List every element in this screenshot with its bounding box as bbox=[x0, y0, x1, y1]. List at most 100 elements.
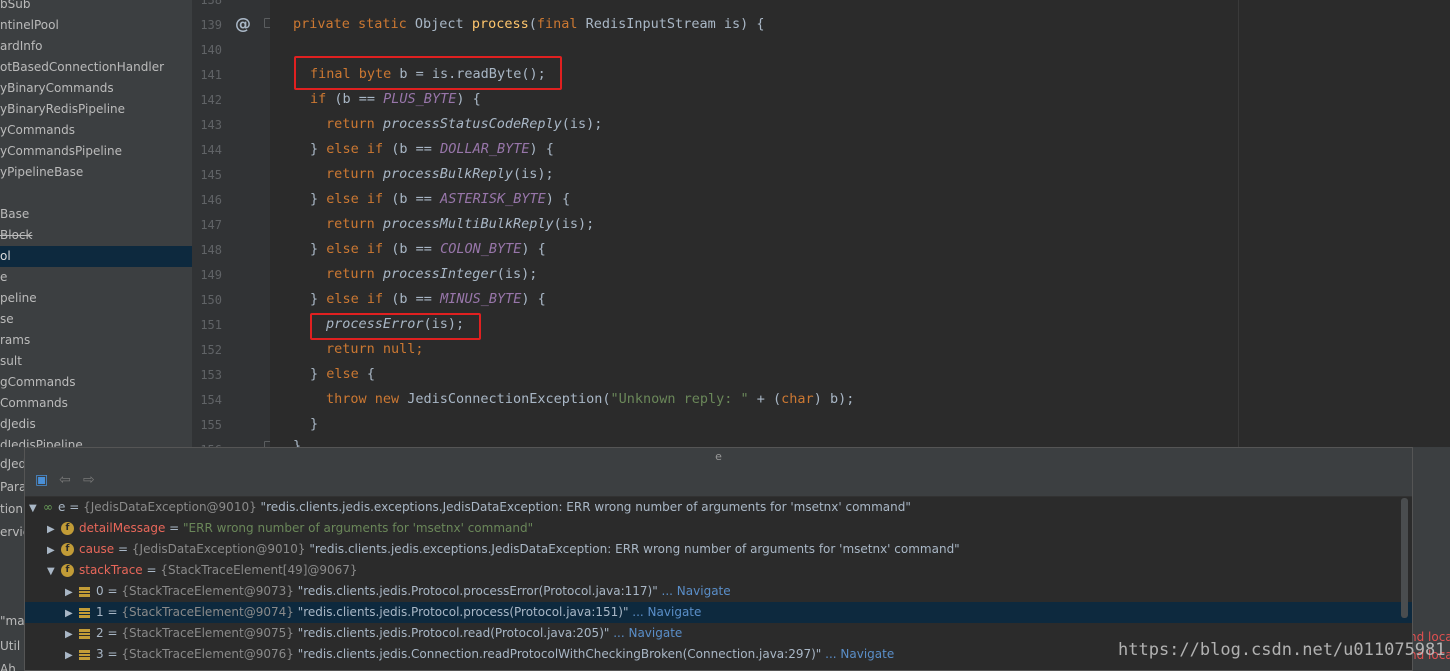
variable-name: 2 bbox=[96, 626, 104, 640]
variable-ref: {StackTraceElement@9074} bbox=[121, 605, 298, 619]
collapse-arrow-icon[interactable]: ▼ bbox=[47, 561, 61, 582]
tree-item[interactable]: rams bbox=[0, 330, 192, 351]
line-number: 139 bbox=[200, 18, 222, 32]
evaluate-popup[interactable]: e ▣ ⇦ ⇨ ▼ ∞ e = {JedisDataException@9010} … bbox=[24, 447, 1413, 671]
popup-toolbar: ▣ ⇦ ⇨ bbox=[25, 466, 1412, 497]
variable-row[interactable]: ▶ f detailMessage = "ERR wrong number of a… bbox=[25, 518, 1412, 539]
line-number: 143 bbox=[200, 118, 222, 132]
line-number: 151 bbox=[200, 318, 222, 332]
variable-ref: {StackTraceElement@9073} bbox=[121, 584, 298, 598]
array-element-icon bbox=[79, 628, 90, 639]
variable-ref: {JedisDataException@9010} bbox=[83, 500, 261, 514]
variable-equals: = bbox=[103, 605, 122, 619]
tree-item[interactable]: Commands bbox=[0, 393, 192, 414]
code-editor[interactable]: private static Object process(final Redi… bbox=[270, 0, 1450, 447]
code-line-143[interactable]: return processStatusCodeReply(is); bbox=[326, 112, 602, 137]
variable-value: "redis.clients.jedis.Connection.readProt… bbox=[297, 647, 822, 661]
variable-ref: {StackTraceElement@9076} bbox=[121, 647, 298, 661]
tree-item[interactable]: ardInfo bbox=[0, 36, 192, 57]
variable-name: 0 bbox=[96, 584, 104, 598]
variable-equals: = bbox=[103, 647, 122, 661]
tree-item[interactable]: Block bbox=[0, 225, 192, 246]
navigate-link[interactable]: ... Navigate bbox=[658, 584, 731, 598]
code-line-154[interactable]: throw new JedisConnectionException("Unkn… bbox=[326, 387, 854, 412]
line-number: 153 bbox=[200, 368, 222, 382]
tree-item[interactable]: otBasedConnectionHandler bbox=[0, 57, 192, 78]
expand-arrow-icon[interactable]: ▶ bbox=[65, 582, 79, 603]
tree-item[interactable]: yPipelineBase bbox=[0, 162, 192, 183]
variable-value: "ERR wrong number of arguments for 'mset… bbox=[183, 521, 534, 535]
code-line-152[interactable]: return null; bbox=[326, 337, 424, 362]
overflow-text: Util ( bbox=[0, 639, 24, 653]
line-number: 152 bbox=[200, 343, 222, 357]
variable-row[interactable]: ▼ f stackTrace = {StackTraceElement[49]@90… bbox=[25, 560, 1412, 581]
code-line-147[interactable]: return processMultiBulkReply(is); bbox=[326, 212, 594, 237]
code-line-156[interactable]: } bbox=[293, 434, 301, 447]
tree-item[interactable]: gCommands bbox=[0, 372, 192, 393]
override-annotation-icon[interactable]: @ bbox=[235, 14, 251, 33]
expand-arrow-icon[interactable]: ▶ bbox=[47, 519, 61, 540]
variable-equals: = bbox=[114, 542, 132, 556]
tree-item[interactable]: ol bbox=[0, 246, 192, 267]
tree-item[interactable]: dJedisPipeline bbox=[0, 435, 192, 447]
navigate-link[interactable]: ... Navigate bbox=[821, 647, 894, 661]
variable-value: "redis.clients.jedis.Protocol.processErr… bbox=[297, 584, 658, 598]
variable-value: "redis.clients.jedis.exceptions.JedisDat… bbox=[309, 542, 960, 556]
expand-arrow-icon[interactable]: ▶ bbox=[65, 645, 79, 666]
line-number: 149 bbox=[200, 268, 222, 282]
variable-row[interactable]: ▶ f cause = {JedisDataException@9010} "red… bbox=[25, 539, 1412, 560]
tree-item[interactable]: ntinelPool bbox=[0, 15, 192, 36]
variable-value: "redis.clients.jedis.Protocol.process(Pr… bbox=[297, 605, 629, 619]
overflow-text: tion bbox=[0, 502, 23, 516]
watermark: https://blog.csdn.net/u011075981 bbox=[1118, 640, 1446, 660]
navigate-link[interactable]: ... Navigate bbox=[609, 626, 682, 640]
code-line-142[interactable]: if (b == PLUS_BYTE) { bbox=[310, 87, 481, 112]
code-line-149[interactable]: return processInteger(is); bbox=[326, 262, 537, 287]
highlight-box-readbyte bbox=[294, 56, 562, 90]
expand-arrow-icon[interactable]: ▶ bbox=[65, 603, 79, 624]
highlight-box-processerror bbox=[310, 313, 481, 340]
tree-item[interactable]: sult bbox=[0, 351, 192, 372]
project-tree-overflow: dJedis Para tion ervic "ma Util (Ah bbox=[0, 447, 24, 671]
tree-item[interactable] bbox=[0, 183, 192, 204]
navigate-link[interactable]: ... Navigate bbox=[628, 605, 701, 619]
tree-item[interactable]: se bbox=[0, 309, 192, 330]
tree-item[interactable]: dJedis bbox=[0, 414, 192, 435]
exception-icon: ∞ bbox=[43, 500, 53, 514]
forward-arrow-icon[interactable]: ⇨ bbox=[83, 472, 95, 488]
variable-ref: {StackTraceElement[49]@9067} bbox=[160, 563, 358, 577]
collapse-arrow-icon[interactable]: ▼ bbox=[29, 498, 43, 519]
back-arrow-icon[interactable]: ⇦ bbox=[59, 472, 71, 488]
expand-arrow-icon[interactable]: ▶ bbox=[47, 540, 61, 561]
variable-ref: {StackTraceElement@9075} bbox=[121, 626, 298, 640]
field-icon: f bbox=[61, 543, 74, 556]
overflow-text: dJedis bbox=[0, 457, 24, 471]
tree-item[interactable]: Base bbox=[0, 204, 192, 225]
popup-title[interactable]: e bbox=[25, 448, 1412, 466]
watch-icon[interactable]: ▣ bbox=[35, 472, 48, 488]
line-number: 138 bbox=[200, 0, 222, 7]
array-element-icon bbox=[79, 586, 90, 597]
code-line-148[interactable]: } else if (b == COLON_BYTE) { bbox=[310, 237, 546, 262]
variable-row[interactable]: ▶ 1 = {StackTraceElement@9074} "redis.cli… bbox=[25, 602, 1412, 623]
tree-item[interactable]: bSub bbox=[0, 0, 192, 15]
variable-name: detailMessage bbox=[79, 521, 166, 535]
tree-item[interactable]: yBinaryRedisPipeline bbox=[0, 99, 192, 120]
expand-arrow-icon[interactable]: ▶ bbox=[65, 624, 79, 645]
code-line-155[interactable]: } bbox=[310, 412, 318, 437]
code-line-150[interactable]: } else if (b == MINUS_BYTE) { bbox=[310, 287, 546, 312]
code-line-144[interactable]: } else if (b == DOLLAR_BYTE) { bbox=[310, 137, 554, 162]
tree-item[interactable]: yCommandsPipeline bbox=[0, 141, 192, 162]
right-margin-guide bbox=[1238, 0, 1239, 447]
tree-item[interactable]: yCommands bbox=[0, 120, 192, 141]
code-line-153[interactable]: } else { bbox=[310, 362, 375, 387]
tree-item[interactable]: peline bbox=[0, 288, 192, 309]
code-line-145[interactable]: return processBulkReply(is); bbox=[326, 162, 554, 187]
code-line-146[interactable]: } else if (b == ASTERISK_BYTE) { bbox=[310, 187, 570, 212]
variable-row[interactable]: ▶ 0 = {StackTraceElement@9073} "redis.cli… bbox=[25, 581, 1412, 602]
tree-item[interactable]: e bbox=[0, 267, 192, 288]
popup-scrollbar[interactable] bbox=[1401, 498, 1408, 618]
code-line-139[interactable]: private static Object process(final Redi… bbox=[293, 12, 764, 37]
tree-item[interactable]: yBinaryCommands bbox=[0, 78, 192, 99]
variable-row[interactable]: ▼ ∞ e = {JedisDataException@9010} "redis.c… bbox=[25, 497, 1412, 518]
